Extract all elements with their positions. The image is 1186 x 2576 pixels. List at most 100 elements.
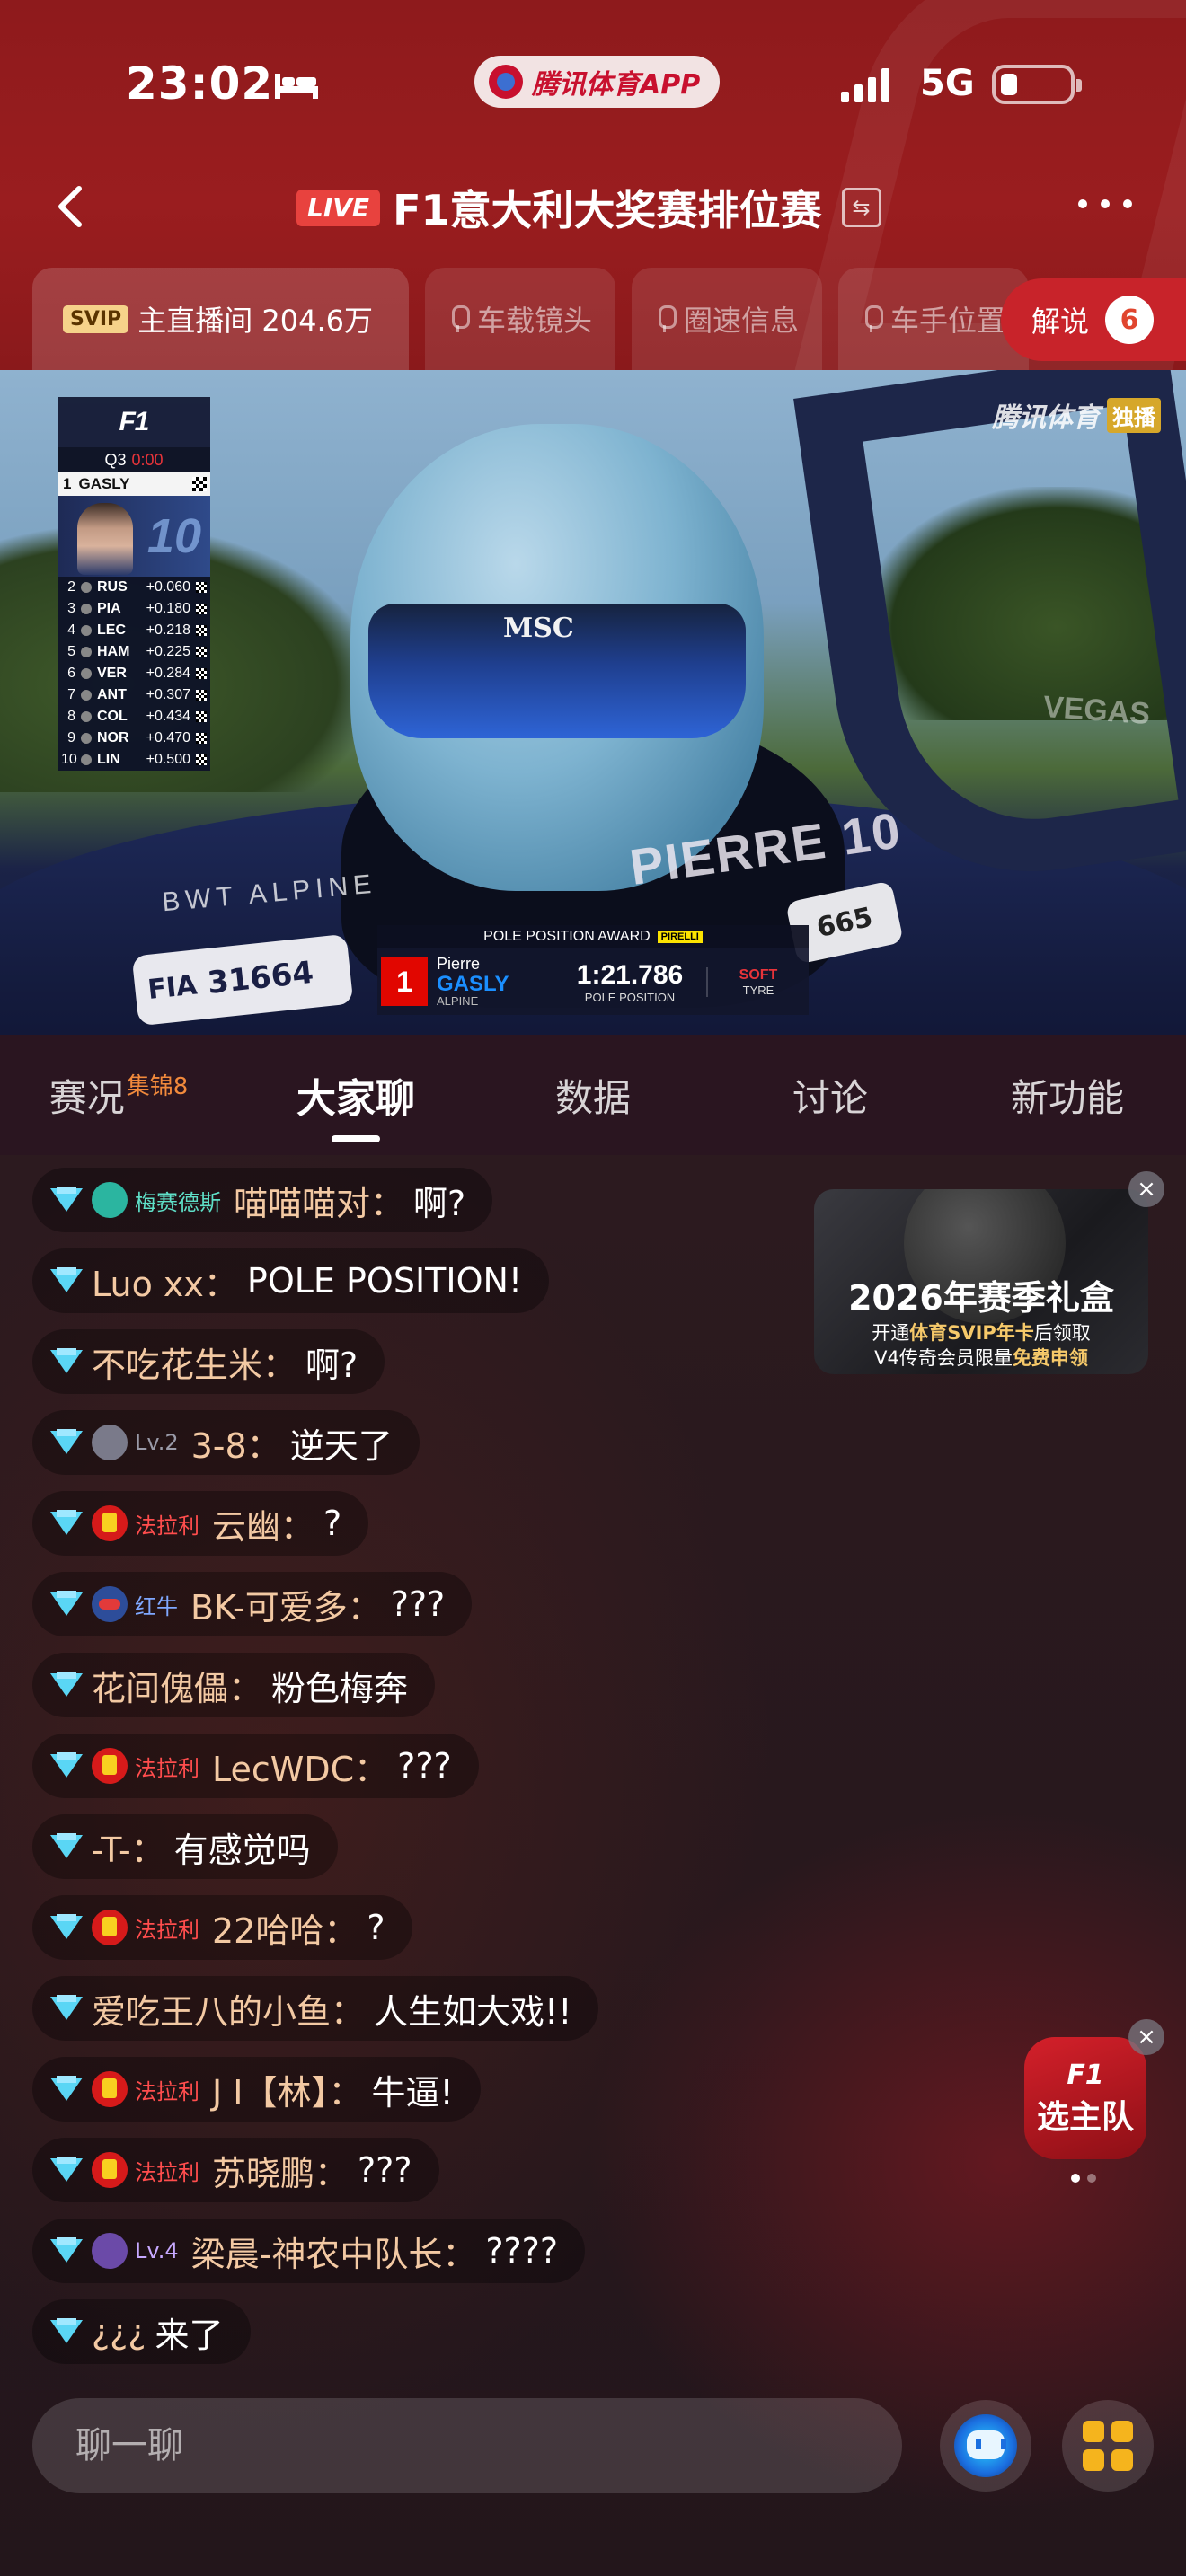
- chat-nickname: ¿¿¿: [92, 2312, 146, 2351]
- svip-badge: SVIP: [63, 304, 129, 333]
- pole-team: ALPINE: [437, 994, 479, 1009]
- team-tag: 法拉利: [92, 1748, 199, 1784]
- chat-message[interactable]: -T-： 有感觉吗: [32, 1814, 338, 1879]
- team-name: 法拉利: [135, 1755, 199, 1781]
- team-name: Lv.4: [135, 2238, 179, 2263]
- chat-text: ?: [323, 1504, 342, 1543]
- timing-driver: COL: [97, 709, 128, 724]
- diamond-vip-icon: [50, 2157, 83, 2183]
- tab-data[interactable]: 数据: [474, 1035, 712, 1155]
- tab-label: 赛况: [49, 1075, 125, 1120]
- timing-driver: HAM: [97, 644, 130, 659]
- timing-driver: ANT: [97, 687, 127, 702]
- driver-photo: 10: [58, 496, 210, 577]
- timing-row: 9 NOR +0.470: [58, 728, 210, 749]
- team-dot-icon: [81, 754, 92, 765]
- camera-tab-label: 圈速信息: [684, 304, 800, 338]
- team-dot-icon: [81, 668, 92, 679]
- timing-row: 5 HAM +0.225: [58, 641, 210, 663]
- more-options-icon[interactable]: [1078, 190, 1132, 217]
- tab-race-status[interactable]: 赛况 集锦8: [0, 1035, 237, 1155]
- chat-message[interactable]: 花间傀儡： 粉色梅奔: [32, 1653, 436, 1717]
- promo-line-2: V4传奇会员限量免费申领: [814, 1344, 1148, 1371]
- pole-first-name: Pierre: [437, 955, 481, 974]
- commentary-button[interactable]: 解说 6: [1000, 278, 1186, 361]
- back-icon[interactable]: [45, 180, 99, 234]
- team-tag: 法拉利: [92, 2152, 199, 2188]
- video-player[interactable]: MSC PIERRE 10 BWT ALPINE FIA 31664 665 V…: [0, 370, 1186, 1035]
- session-name: Q3: [104, 450, 127, 469]
- team-name: 梅赛德斯: [135, 1189, 221, 1215]
- chat-message[interactable]: 法拉利 LecWDC：???: [32, 1734, 479, 1798]
- tab-new-features[interactable]: 新功能: [949, 1035, 1186, 1155]
- signal-icon: [841, 66, 890, 102]
- more-features-button[interactable]: [1062, 2400, 1154, 2492]
- team-badge-icon: [92, 1425, 128, 1460]
- chat-text: 啊?: [305, 1345, 358, 1385]
- timing-gap: +0.470: [146, 730, 190, 745]
- timing-driver: LIN: [97, 752, 120, 767]
- timing-pos: 4: [67, 622, 75, 638]
- network-type: 5G: [920, 63, 975, 104]
- timing-driver: PIA: [97, 601, 121, 616]
- timing-pos: 3: [67, 601, 75, 616]
- chat-message[interactable]: 不吃花生米： 啊?: [32, 1329, 385, 1394]
- chat-message[interactable]: 法拉利 云幽：?: [32, 1491, 369, 1556]
- team-name: 红牛: [135, 1593, 178, 1619]
- promo-line-1: 开通体育SVIP年卡后领取: [814, 1319, 1148, 1345]
- broadcaster-watermark: 腾讯体育 独播: [992, 395, 1161, 435]
- chat-message[interactable]: 爱吃王八的小鱼： 人生如大戏!!: [32, 1976, 599, 2041]
- timing-driver: RUS: [97, 579, 128, 595]
- chat-message[interactable]: Lv.2 3-8： 逆天了: [32, 1410, 420, 1475]
- chat-text: ???: [390, 1584, 446, 1624]
- status-time: 23:02: [126, 57, 274, 110]
- battery-icon: [992, 65, 1082, 104]
- timing-gap: +0.434: [146, 709, 190, 724]
- diamond-vip-icon: [50, 2318, 83, 2345]
- switch-icon[interactable]: ⇆: [841, 188, 881, 227]
- team-badge-icon: [92, 2071, 128, 2107]
- team-name: 法拉利: [135, 2159, 199, 2185]
- promo-banner[interactable]: 2026年赛季礼盒 开通体育SVIP年卡后领取 V4传奇会员限量免费申领: [814, 1189, 1148, 1374]
- chat-text: 来了: [155, 2315, 224, 2355]
- sleep-icon: [275, 74, 318, 99]
- chequered-flag-icon: [196, 625, 207, 636]
- pole-lap: 1:21.786 POLE POSITION: [553, 960, 706, 1004]
- chat-message[interactable]: 法拉利 J I【林】： 牛逼!: [32, 2057, 481, 2122]
- page-title: F1意大利大奖赛排位赛: [393, 186, 822, 234]
- ai-assistant-button[interactable]: [940, 2400, 1031, 2492]
- chat-message[interactable]: 法拉利 22哈哈：?: [32, 1895, 412, 1960]
- team-tag: Lv.4: [92, 2233, 179, 2269]
- chat-nickname: 花间傀儡：: [92, 1668, 263, 1708]
- tab-chat[interactable]: 大家聊: [237, 1035, 474, 1155]
- pole-pos: 1: [381, 957, 428, 1006]
- chat-area[interactable]: 梅赛德斯 喵喵喵对： 啊? Luo xx： POLE POSITION! 不吃花生米： 啊?…: [0, 1155, 1186, 2576]
- leader-row: 1 GASLY: [58, 472, 210, 496]
- choose-team-button[interactable]: F1 选主队: [1024, 2037, 1146, 2159]
- timing-pos: 10: [61, 752, 77, 767]
- camera-tab-laptimes[interactable]: 圈速信息: [632, 268, 823, 370]
- chat-text: 粉色梅奔: [271, 1668, 409, 1708]
- tab-discussion[interactable]: 讨论: [712, 1035, 949, 1155]
- promo-close-icon[interactable]: ×: [1128, 1171, 1164, 1207]
- team-dot-icon: [81, 582, 92, 593]
- app-pill[interactable]: 腾讯体育APP: [474, 56, 721, 108]
- chat-message[interactable]: 法拉利 苏晓鹏：???: [32, 2138, 439, 2202]
- chat-text: 逆天了: [289, 1425, 393, 1466]
- chat-message[interactable]: Luo xx： POLE POSITION!: [32, 1248, 550, 1313]
- chat-text: 有感觉吗: [173, 1830, 311, 1870]
- chat-message[interactable]: Lv.4 梁晨-神农中队长：????: [32, 2219, 586, 2283]
- chat-nickname: 不吃花生米：: [92, 1345, 297, 1385]
- chat-text: 人生如大戏!!: [374, 1991, 572, 2032]
- chat-input[interactable]: [32, 2398, 902, 2493]
- camera-tab-onboard[interactable]: 车载镜头: [424, 268, 615, 370]
- promo-line-2b: 免费申领: [1012, 1347, 1088, 1369]
- timing-row: 7 ANT +0.307: [58, 684, 210, 706]
- chat-message[interactable]: 红牛 BK-可爱多：???: [32, 1572, 473, 1636]
- chat-message[interactable]: 梅赛德斯 喵喵喵对： 啊?: [32, 1168, 493, 1232]
- camera-tab-main[interactable]: SVIP 主直播间 204.6万: [32, 268, 409, 370]
- team-button-close-icon[interactable]: ×: [1128, 2019, 1164, 2055]
- diamond-vip-icon: [50, 1995, 83, 2022]
- chat-message[interactable]: ¿¿¿ 来了: [32, 2299, 251, 2364]
- tyre-label: TYRE: [742, 983, 774, 997]
